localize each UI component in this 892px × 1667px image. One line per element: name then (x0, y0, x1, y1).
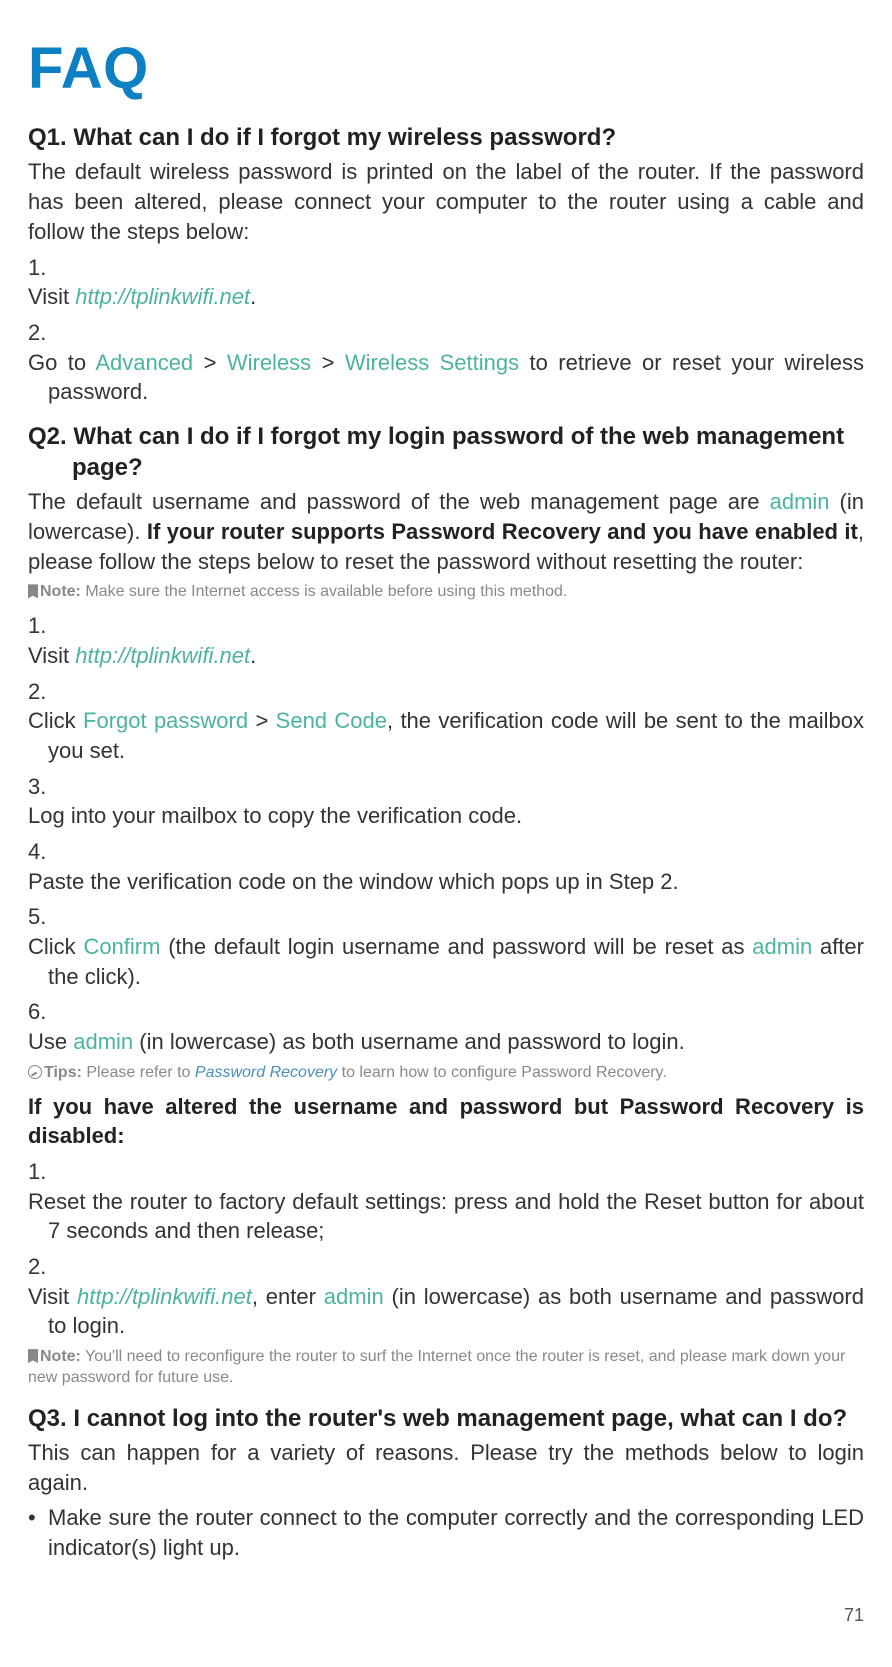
text: Make sure the router connect to the comp… (48, 1505, 864, 1560)
note-text: Make sure the Internet access is availab… (81, 583, 567, 600)
text: Q2. What can I do if I forgot my login p… (28, 423, 844, 450)
ui-wireless: Wireless (227, 350, 311, 375)
q2-heading: Q2. What can I do if I forgot my login p… (28, 421, 864, 483)
text: , enter (252, 1284, 324, 1309)
q2-alt-heading: If you have altered the username and pas… (28, 1092, 864, 1151)
note-text: You'll need to reconfigure the router to… (28, 1348, 845, 1386)
q2-steps: Visit http://tplinkwifi.net. Click Forgo… (28, 611, 864, 1057)
q2-step-1: Visit http://tplinkwifi.net. (28, 611, 864, 670)
admin-text: admin (752, 934, 812, 959)
password-recovery-link[interactable]: Password Recovery (195, 1064, 337, 1081)
text: Log into your mailbox to copy the verifi… (28, 801, 864, 831)
q2-step-3: Log into your mailbox to copy the verifi… (28, 772, 864, 831)
note-icon (28, 584, 38, 598)
ui-advanced: Advanced (95, 350, 193, 375)
tips-label: Tips: (44, 1064, 82, 1081)
tplink-url-link[interactable]: http://tplinkwifi.net (75, 643, 250, 668)
text: (the default login username and password… (160, 934, 752, 959)
q1-intro: The default wireless password is printed… (28, 157, 864, 246)
text: Visit (28, 1284, 77, 1309)
q1-step-1: Visit http://tplinkwifi.net. (28, 253, 864, 312)
q2-alt-step-1: Reset the router to factory default sett… (28, 1157, 864, 1246)
q2-step-6: Use admin (in lowercase) as both usernam… (28, 997, 864, 1056)
tips-icon (28, 1065, 42, 1079)
text: Paste the verification code on the windo… (28, 867, 864, 897)
text: > (248, 708, 276, 733)
tips-text: to learn how to configure Password Recov… (337, 1064, 667, 1081)
text: Visit (28, 284, 75, 309)
text: Click (28, 934, 83, 959)
page-number: 71 (28, 1603, 864, 1627)
bold-text: If your router supports Password Recover… (147, 519, 858, 544)
admin-text: admin (73, 1029, 133, 1054)
text: The default username and password of the… (28, 489, 770, 514)
text: Visit (28, 643, 75, 668)
note-label: Note: (40, 1348, 81, 1365)
q2-alt-step-2: Visit http://tplinkwifi.net, enter admin… (28, 1252, 864, 1341)
text: . (250, 643, 256, 668)
note-icon (28, 1349, 38, 1363)
text: Use (28, 1029, 73, 1054)
q2-intro: The default username and password of the… (28, 487, 864, 576)
q3-bullet-1: Make sure the router connect to the comp… (28, 1503, 864, 1562)
note-label: Note: (40, 583, 81, 600)
text: page? (28, 452, 864, 483)
admin-text: admin (770, 489, 830, 514)
text: . (250, 284, 256, 309)
q2-step-2: Click Forgot password > Send Code, the v… (28, 677, 864, 766)
q2-note-1: Note: Make sure the Internet access is a… (28, 582, 864, 603)
text: > (311, 350, 345, 375)
text: (in lowercase) as both username and pass… (133, 1029, 685, 1054)
ui-forgot-password: Forgot password (83, 708, 248, 733)
q2-note-2: Note: You'll need to reconfigure the rou… (28, 1347, 864, 1389)
q2-tips: Tips: Please refer to Password Recovery … (28, 1063, 864, 1084)
q2-step-5: Click Confirm (the default login usernam… (28, 902, 864, 991)
q1-steps: Visit http://tplinkwifi.net. Go to Advan… (28, 253, 864, 407)
text: Click (28, 708, 83, 733)
q3-heading: Q3. I cannot log into the router's web m… (28, 1403, 864, 1434)
admin-text: admin (324, 1284, 384, 1309)
text: Go to (28, 350, 95, 375)
q1-step-2: Go to Advanced > Wireless > Wireless Set… (28, 318, 864, 407)
ui-wireless-settings: Wireless Settings (345, 350, 519, 375)
ui-confirm: Confirm (83, 934, 160, 959)
q3-intro: This can happen for a variety of reasons… (28, 1438, 864, 1497)
ui-send-code: Send Code (276, 708, 387, 733)
tplink-url-link[interactable]: http://tplinkwifi.net (77, 1284, 252, 1309)
q1-heading: Q1. What can I do if I forgot my wireles… (28, 122, 864, 153)
page-title: FAQ (28, 30, 864, 108)
text: Reset the router to factory default sett… (28, 1187, 864, 1246)
q2-step-4: Paste the verification code on the windo… (28, 837, 864, 896)
q3-bullets: Make sure the router connect to the comp… (28, 1503, 864, 1562)
tips-text: Please refer to (82, 1064, 195, 1081)
text: > (193, 350, 227, 375)
q2-alt-steps: Reset the router to factory default sett… (28, 1157, 864, 1341)
tplink-url-link[interactable]: http://tplinkwifi.net (75, 284, 250, 309)
